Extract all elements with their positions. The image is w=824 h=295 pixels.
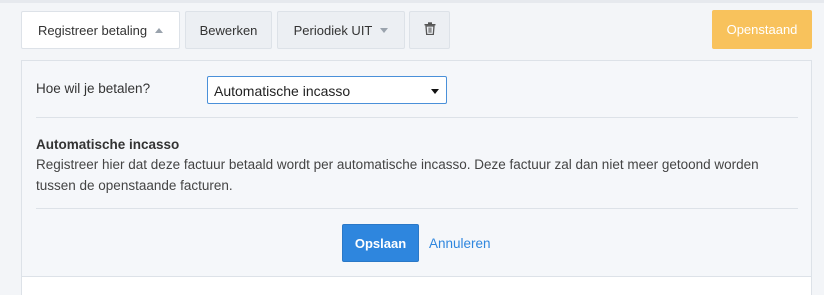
save-label: Opslaan xyxy=(354,235,407,251)
periodic-button[interactable]: Periodiek UIT xyxy=(277,11,405,49)
status-badge[interactable]: Openstaand xyxy=(712,10,812,49)
trash-icon xyxy=(424,22,436,38)
dropdown-arrow-icon xyxy=(431,89,439,94)
content-below-panel xyxy=(21,277,812,295)
edit-label: Bewerken xyxy=(199,22,258,38)
payment-method-value: Automatische incasso xyxy=(214,83,351,99)
periodic-label: Periodiek UIT xyxy=(293,22,373,38)
payment-panel: Hoe wil je betalen? Automatische incasso… xyxy=(21,60,812,277)
register-payment-button[interactable]: Registreer betaling xyxy=(21,11,180,49)
delete-button[interactable] xyxy=(409,11,450,49)
caret-down-icon xyxy=(380,27,389,33)
divider xyxy=(36,117,798,118)
edit-button[interactable]: Bewerken xyxy=(185,11,272,49)
divider xyxy=(36,208,798,209)
save-button[interactable]: Opslaan xyxy=(342,224,419,262)
top-strip xyxy=(0,0,824,3)
cancel-link[interactable]: Annuleren xyxy=(429,236,491,251)
info-description: Registreer hier dat deze factuur betaald… xyxy=(36,157,759,193)
payment-method-select[interactable]: Automatische incasso xyxy=(207,76,447,104)
caret-up-icon xyxy=(155,27,164,33)
info-title: Automatische incasso xyxy=(36,137,180,152)
status-label: Openstaand xyxy=(726,22,798,37)
register-payment-label: Registreer betaling xyxy=(37,22,148,38)
payment-method-label: Hoe wil je betalen? xyxy=(36,81,151,96)
